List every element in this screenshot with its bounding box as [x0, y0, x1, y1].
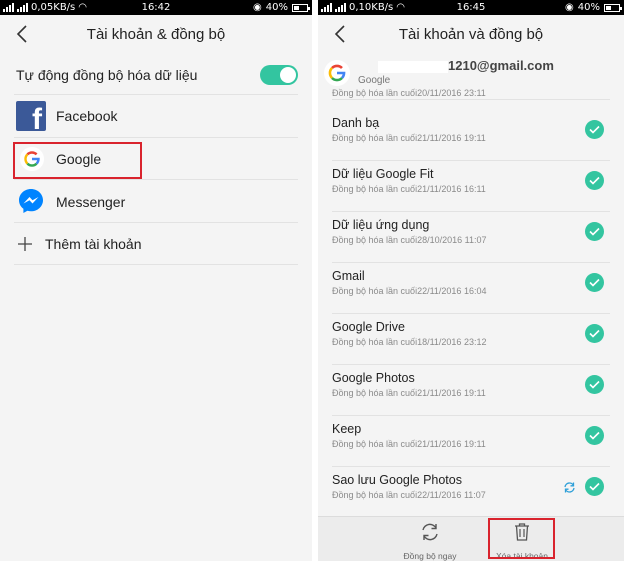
sync-checkbox[interactable]: [585, 171, 604, 190]
remove-account-highlight-box: [488, 518, 555, 559]
account-label-facebook: Facebook: [56, 108, 118, 124]
sync-item-date: Đồng bộ hóa lần cuối21/11/2016 16:11: [332, 184, 486, 194]
account-label-messenger: Messenger: [56, 194, 126, 210]
facebook-icon: f: [16, 101, 46, 131]
sync-item-date: Đồng bộ hóa lần cuối21/11/2016 19:11: [332, 439, 486, 449]
battery-icon: [292, 3, 310, 12]
syncing-icon: [564, 482, 575, 493]
google-icon: [324, 60, 350, 86]
account-item-messenger[interactable]: Messenger: [14, 180, 298, 223]
check-icon: [589, 431, 600, 440]
battery-percent: 40%: [577, 2, 600, 13]
account-header: 1210@gmail.com Google: [318, 54, 624, 88]
sync-item-title: Sao lưu Google Photos: [332, 473, 462, 487]
sync-checkbox[interactable]: [585, 477, 604, 496]
sync-checkbox[interactable]: [585, 273, 604, 292]
eye-icon: ◉: [253, 2, 262, 13]
redacted-block: [378, 60, 448, 73]
add-account-row[interactable]: Thêm tài khoản: [14, 223, 298, 265]
messenger-icon: [19, 189, 43, 213]
check-icon: [589, 278, 600, 287]
auto-sync-label: Tự động đồng bộ hóa dữ liệu: [16, 67, 198, 83]
check-icon: [589, 125, 600, 134]
sync-checkbox[interactable]: [585, 324, 604, 343]
sync-checkbox[interactable]: [585, 375, 604, 394]
sync-checkbox[interactable]: [585, 426, 604, 445]
account-type: Google: [358, 75, 391, 86]
sync-item-partial-date: Đồng bộ hóa lần cuối20/11/2016 23:11: [332, 88, 486, 98]
sync-item-date: Đồng bộ hóa lần cuối22/11/2016 16:04: [332, 286, 487, 296]
sync-item-date: Đồng bộ hóa lần cuối28/10/2016 11:07: [332, 235, 487, 245]
sync-item-title: Google Drive: [332, 320, 405, 334]
google-highlight-box: [13, 142, 142, 179]
check-icon: [589, 380, 600, 389]
add-account-label: Thêm tài khoản: [45, 236, 142, 252]
sync-item[interactable]: Dữ liệu Google Fit Đồng bộ hóa lần cuối21…: [332, 161, 610, 212]
sync-item-date: Đồng bộ hóa lần cuối22/11/2016 11:07: [332, 490, 486, 500]
sync-item-title: Gmail: [332, 269, 365, 283]
sync-item[interactable]: Google Photos Đồng bộ hóa lần cuối21/11/2…: [332, 365, 610, 416]
check-icon: [589, 176, 600, 185]
sync-item-title: Dữ liệu ứng dụng: [332, 218, 430, 232]
sync-item-date: Đồng bộ hóa lần cuối21/11/2016 19:11: [332, 133, 486, 143]
plus-icon: [18, 237, 32, 251]
sync-item-title: Danh bạ: [332, 116, 380, 130]
left-screen: 0,05KB/s ◠ 16:42 ◉ 40% Tài khoản & đồng …: [0, 0, 312, 561]
sync-now-label: Đồng bộ ngay: [403, 551, 457, 561]
auto-sync-toggle[interactable]: [260, 65, 298, 85]
sync-item-title: Dữ liệu Google Fit: [332, 167, 434, 181]
sync-now-button[interactable]: Đồng bộ ngay: [395, 521, 465, 561]
sync-item[interactable]: Gmail Đồng bộ hóa lần cuối22/11/2016 16:0…: [332, 263, 610, 314]
app-header: Tài khoản và đồng bộ: [318, 15, 624, 55]
battery-icon: [604, 3, 622, 12]
account-email: 1210@gmail.com: [378, 58, 554, 73]
sync-item[interactable]: Keep Đồng bộ hóa lần cuối21/11/2016 19:11: [332, 416, 610, 467]
sync-icon: [422, 523, 438, 541]
check-icon: [589, 227, 600, 236]
toggle-knob: [280, 67, 296, 83]
sync-item[interactable]: Google Drive Đồng bộ hóa lần cuối18/11/20…: [332, 314, 610, 365]
check-icon: [589, 482, 600, 491]
sync-item-title: Keep: [332, 422, 362, 436]
sync-item[interactable]: Dữ liệu ứng dụng Đồng bộ hóa lần cuối28/1…: [332, 212, 610, 263]
sync-item[interactable]: Danh bạ Đồng bộ hóa lần cuối21/11/2016 19…: [332, 110, 610, 161]
eye-icon: ◉: [565, 2, 574, 13]
right-screen: 0,10KB/s ◠ 16:45 ◉ 40% Tài khoản và đồng…: [318, 0, 624, 561]
sync-checkbox[interactable]: [585, 222, 604, 241]
app-header: Tài khoản & đồng bộ: [0, 15, 312, 55]
sync-item[interactable]: Sao lưu Google Photos Đồng bộ hóa lần cuố…: [332, 467, 610, 518]
page-title: Tài khoản và đồng bộ: [398, 26, 544, 43]
battery-percent: 40%: [265, 2, 288, 13]
sync-item-date: Đồng bộ hóa lần cuối18/11/2016 23:12: [332, 337, 487, 347]
page-title: Tài khoản & đồng bộ: [86, 26, 226, 43]
sync-checkbox[interactable]: [585, 120, 604, 139]
check-icon: [589, 329, 600, 338]
sync-item-date: Đồng bộ hóa lần cuối21/11/2016 19:11: [332, 388, 486, 398]
account-item-facebook[interactable]: f Facebook: [14, 95, 298, 138]
auto-sync-row[interactable]: Tự động đồng bộ hóa dữ liệu: [14, 55, 298, 95]
sync-item-title: Google Photos: [332, 371, 415, 385]
bottom-action-bar: Đồng bộ ngay Xóa tài khoản: [318, 516, 624, 561]
status-bar: 0,05KB/s ◠ 16:42 ◉ 40%: [0, 0, 312, 15]
status-bar: 0,10KB/s ◠ 16:45 ◉ 40%: [318, 0, 624, 15]
